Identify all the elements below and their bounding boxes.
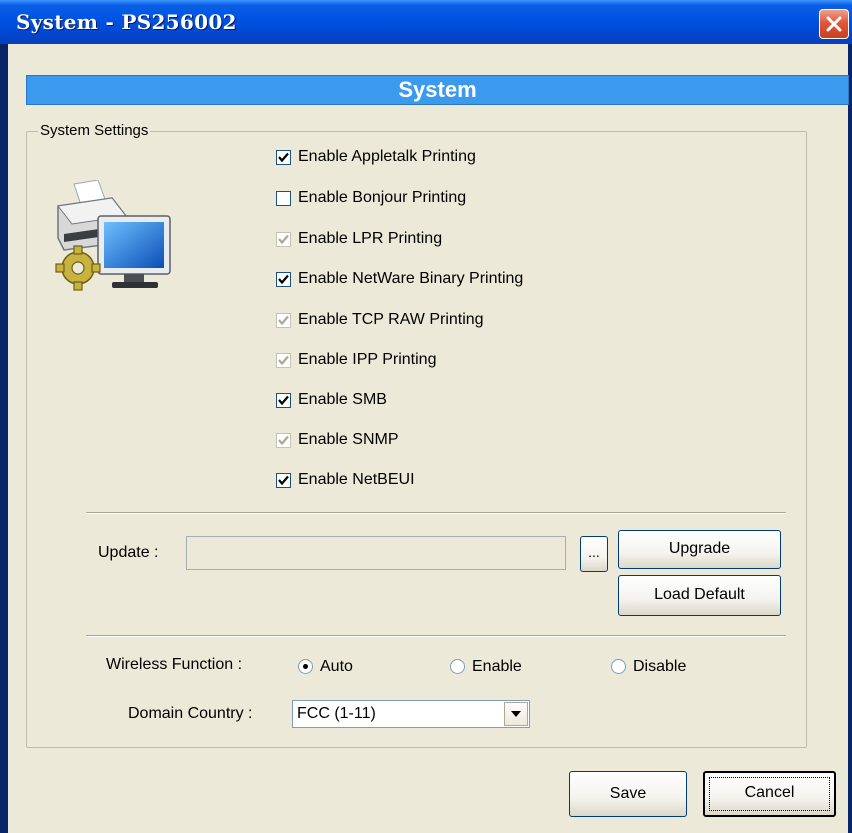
close-button[interactable]	[819, 9, 849, 39]
checkbox-label: Enable Appletalk Printing	[298, 148, 476, 165]
checkbox-option[interactable]: Enable TCP RAW Printing	[276, 311, 676, 331]
radio-enable-label: Enable	[472, 658, 522, 675]
checkbox-option[interactable]: Enable SNMP	[276, 431, 676, 451]
checkbox[interactable]	[276, 150, 291, 165]
checkbox-label: Enable TCP RAW Printing	[298, 311, 484, 328]
checkbox-label: Enable SNMP	[298, 431, 399, 448]
chevron-down-icon	[511, 711, 521, 717]
checkbox-label: Enable LPR Printing	[298, 230, 443, 247]
checkbox-label: Enable NetWare Binary Printing	[298, 270, 524, 287]
radio-auto-circle[interactable]	[298, 659, 313, 674]
checkbox[interactable]	[276, 272, 291, 287]
browse-button[interactable]: ...	[580, 536, 608, 572]
load-default-button[interactable]: Load Default	[618, 575, 781, 616]
radio-disable-circle[interactable]	[611, 659, 626, 674]
section-banner: System	[26, 75, 849, 105]
checkmark-icon	[278, 274, 289, 285]
radio-enable-circle[interactable]	[450, 659, 465, 674]
radio-disable-label: Disable	[633, 658, 687, 675]
checkbox-option[interactable]: Enable Appletalk Printing	[276, 148, 676, 168]
title-bar[interactable]: System - PS256002	[0, 0, 852, 44]
upgrade-button[interactable]: Upgrade	[618, 530, 781, 569]
printer-system-icon	[55, 180, 171, 291]
checkbox[interactable]	[276, 313, 291, 328]
cancel-button-label: Cancel	[744, 784, 795, 801]
checkbox-label: Enable NetBEUI	[298, 471, 415, 488]
checkmark-icon	[278, 475, 289, 486]
radio-auto-label: Auto	[320, 658, 353, 675]
checkbox-option[interactable]: Enable SMB	[276, 391, 676, 411]
cancel-button[interactable]: Cancel	[703, 771, 836, 817]
banner-title: System	[398, 77, 477, 102]
separator	[86, 512, 786, 514]
checkbox[interactable]	[276, 393, 291, 408]
save-button[interactable]: Save	[569, 771, 687, 817]
checkbox[interactable]	[276, 433, 291, 448]
checkbox-option[interactable]: Enable NetBEUI	[276, 471, 676, 491]
checkmark-icon	[278, 435, 289, 446]
checkmark-icon	[278, 395, 289, 406]
update-label: Update :	[98, 544, 159, 561]
checkbox[interactable]	[276, 232, 291, 247]
checkbox[interactable]	[276, 353, 291, 368]
checkbox-label: Enable SMB	[298, 391, 387, 408]
separator	[86, 635, 786, 637]
checkbox-option[interactable]: Enable LPR Printing	[276, 230, 676, 250]
group-label: System Settings	[38, 122, 151, 139]
checkbox-option[interactable]: Enable Bonjour Printing	[276, 189, 676, 209]
radio-selected-dot	[303, 664, 308, 669]
domain-country-select[interactable]: FCC (1-11)	[292, 700, 530, 728]
update-file-field[interactable]	[186, 536, 566, 570]
checkbox-label: Enable Bonjour Printing	[298, 189, 467, 206]
checkmark-icon	[278, 152, 289, 163]
checkbox[interactable]	[276, 473, 291, 488]
checkbox-label: Enable IPP Printing	[298, 351, 437, 368]
domain-country-value: FCC (1-11)	[297, 705, 376, 722]
close-icon	[826, 16, 842, 32]
domain-country-label: Domain Country :	[128, 705, 253, 722]
dropdown-button[interactable]	[504, 702, 528, 726]
window-title: System - PS256002	[16, 10, 237, 34]
checkmark-icon	[278, 355, 289, 366]
checkmark-icon	[278, 234, 289, 245]
wireless-function-label: Wireless Function :	[106, 656, 243, 673]
checkmark-icon	[278, 315, 289, 326]
checkbox-option[interactable]: Enable NetWare Binary Printing	[276, 270, 676, 290]
checkbox[interactable]	[276, 191, 291, 206]
checkbox-option[interactable]: Enable IPP Printing	[276, 351, 676, 371]
